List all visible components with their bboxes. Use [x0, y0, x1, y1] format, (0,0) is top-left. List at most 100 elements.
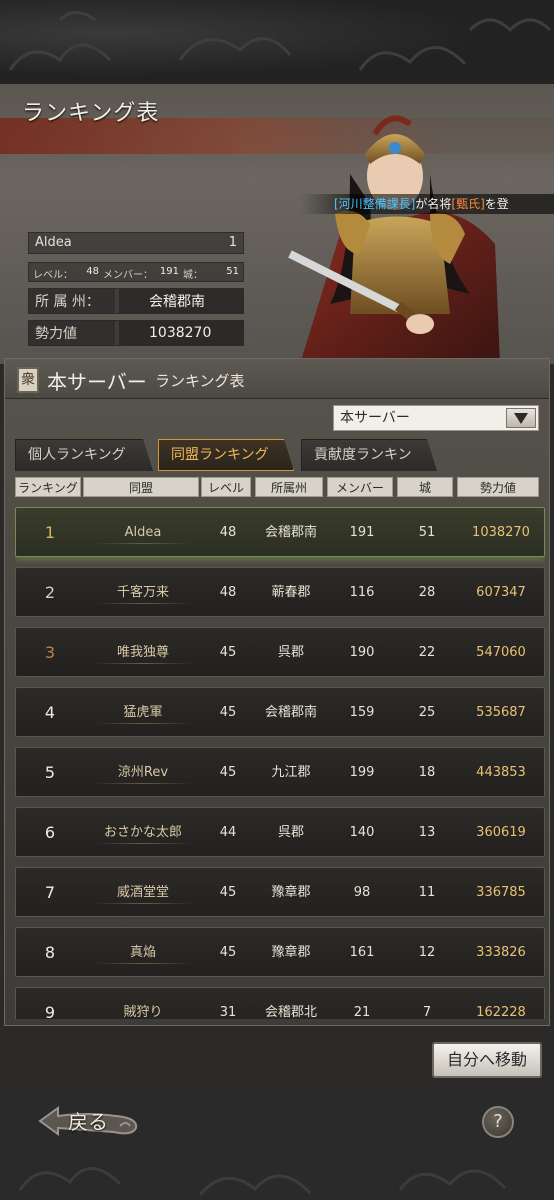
power-value: 1038270 — [119, 321, 243, 345]
row-rank: 1 — [44, 523, 56, 542]
members-label: メンバー： — [103, 270, 153, 281]
row-level: 31 — [219, 1005, 237, 1019]
server-dropdown-value: 本サーバー — [340, 410, 410, 426]
ticker-suffix: を登 — [484, 197, 509, 211]
table-row[interactable]: 8 真焔 45 豫章郡 161 12 333826 — [15, 927, 545, 977]
col-header-power: 勢力値 — [457, 477, 539, 497]
table-row[interactable]: 2 千客万来 48 蕲春郡 116 28 607347 — [15, 567, 545, 617]
row-members: 199 — [349, 765, 375, 780]
row-power: 360619 — [476, 825, 526, 840]
row-level: 45 — [219, 705, 237, 720]
alliance-name: Aldea — [35, 235, 72, 250]
row-alliance-name: 威酒堂堂 — [84, 868, 202, 918]
castles-label: 城： — [183, 270, 203, 281]
tab-contribution-ranking[interactable]: 貢献度ランキング — [301, 439, 437, 471]
panel-header: 衆 本サーバー ランキング表 — [5, 359, 549, 399]
row-members: 140 — [349, 825, 375, 840]
castles-value: 51 — [226, 266, 239, 277]
row-power: 607347 — [476, 585, 526, 600]
row-members: 161 — [349, 945, 375, 960]
table-row[interactable]: 7 威酒堂堂 45 豫章郡 98 11 336785 — [15, 867, 545, 917]
row-power: 333826 — [476, 945, 526, 960]
level-value: 48 — [86, 266, 99, 277]
col-header-members: メンバー — [327, 477, 393, 497]
tab-personal-ranking[interactable]: 個人ランキング — [15, 439, 153, 471]
question-icon[interactable]: ? — [482, 1106, 514, 1138]
members-value: 191 — [159, 266, 179, 277]
row-state: 九江郡 — [271, 765, 311, 780]
table-row[interactable]: 1 Aldea 48 会稽郡南 191 51 1038270 — [15, 507, 545, 557]
announcement-ticker: [河川整備課長]が名将[甄氏]を登 — [300, 194, 554, 214]
col-header-rank: ランキング — [15, 477, 81, 497]
row-castles: 13 — [418, 825, 436, 840]
row-members: 191 — [349, 525, 375, 540]
row-power: 443853 — [476, 765, 526, 780]
tab-alliance-ranking[interactable]: 同盟ランキング — [158, 439, 294, 471]
row-level: 44 — [219, 825, 237, 840]
back-button[interactable]: 戻る — [68, 1106, 108, 1135]
col-header-state: 所属州 — [255, 477, 323, 497]
ticker-general-name: [甄氏] — [451, 197, 485, 211]
row-alliance-name: 賊狩り — [84, 988, 202, 1019]
panel-title: 本サーバー — [47, 370, 147, 394]
ranking-panel: 衆 本サーバー ランキング表 本サーバー 個人ランキング 同盟ランキング 貢献度… — [4, 358, 550, 1026]
row-state: 会稽郡北 — [264, 1005, 317, 1019]
row-state: 豫章郡 — [271, 885, 311, 900]
ticker-prefix: [河川整備課長] — [334, 197, 416, 211]
row-alliance-name: 真焔 — [84, 928, 202, 978]
top-decorative-band — [0, 0, 554, 84]
row-castles: 18 — [418, 765, 436, 780]
row-castles: 28 — [418, 585, 436, 600]
power-label: 勢力値 — [29, 321, 115, 345]
row-rank: 2 — [44, 583, 56, 602]
table-row[interactable]: 5 涼州Rev 45 九江郡 199 18 443853 — [15, 747, 545, 797]
row-power: 535687 — [476, 705, 526, 720]
alliance-stats-row: レベル： 48 メンバー： 191 城： 51 — [28, 262, 244, 282]
table-row[interactable]: 6 おさかな太郎 44 呉郡 140 13 360619 — [15, 807, 545, 857]
prefecture-value: 会稽郡南 — [119, 289, 243, 313]
bottom-cloud-decoration — [18, 1167, 507, 1196]
server-dropdown[interactable]: 本サーバー — [333, 405, 539, 431]
row-state: 蕲春郡 — [271, 585, 311, 600]
row-power: 162228 — [476, 1005, 526, 1019]
alliance-name-row: Aldea 1 — [28, 232, 244, 254]
row-members: 159 — [349, 705, 375, 720]
page-title: ランキング表 — [22, 101, 160, 126]
row-level: 45 — [219, 765, 237, 780]
table-row[interactable]: 9 賊狩り 31 会稽郡北 21 7 162228 — [15, 987, 545, 1019]
move-to-self-button[interactable]: 自分へ移動 — [432, 1042, 542, 1078]
row-members: 116 — [349, 585, 375, 600]
table-row[interactable]: 4 猛虎軍 45 会稽郡南 159 25 535687 — [15, 687, 545, 737]
alliance-rank: 1 — [228, 235, 237, 250]
power-row: 勢力値 1038270 — [28, 320, 244, 346]
row-level: 45 — [219, 945, 237, 960]
row-alliance-name: 涼州Rev — [84, 748, 202, 798]
row-castles: 51 — [418, 525, 436, 540]
row-alliance-name: 千客万来 — [84, 568, 202, 618]
row-alliance-name: 唯我独尊 — [84, 628, 202, 678]
panel-subtitle: ランキング表 — [155, 372, 245, 390]
row-members: 98 — [353, 885, 371, 900]
row-rank: 4 — [44, 703, 56, 722]
row-castles: 12 — [418, 945, 436, 960]
row-level: 48 — [219, 585, 237, 600]
table-row[interactable]: 3 唯我独尊 45 呉郡 190 22 547060 — [15, 627, 545, 677]
row-power: 1038270 — [472, 525, 530, 540]
row-rank: 6 — [44, 823, 56, 842]
row-state: 会稽郡南 — [264, 705, 317, 720]
row-rank: 9 — [44, 1003, 56, 1019]
row-state: 呉郡 — [277, 645, 304, 660]
general-portrait — [280, 114, 510, 364]
row-rank: 7 — [44, 883, 56, 902]
row-rank: 8 — [44, 943, 56, 962]
row-alliance-name: 猛虎軍 — [84, 688, 202, 738]
row-rank: 3 — [44, 643, 56, 662]
ranking-list[interactable]: 1 Aldea 48 会稽郡南 191 51 1038270 2 千客万来 48… — [15, 507, 545, 1019]
level-label: レベル： — [33, 270, 73, 281]
row-level: 48 — [219, 525, 237, 540]
triangle-down-icon[interactable] — [506, 408, 536, 428]
col-header-alliance: 同盟 — [83, 477, 199, 497]
row-members: 190 — [349, 645, 375, 660]
row-state: 会稽郡南 — [264, 525, 317, 540]
row-rank: 5 — [44, 763, 56, 782]
